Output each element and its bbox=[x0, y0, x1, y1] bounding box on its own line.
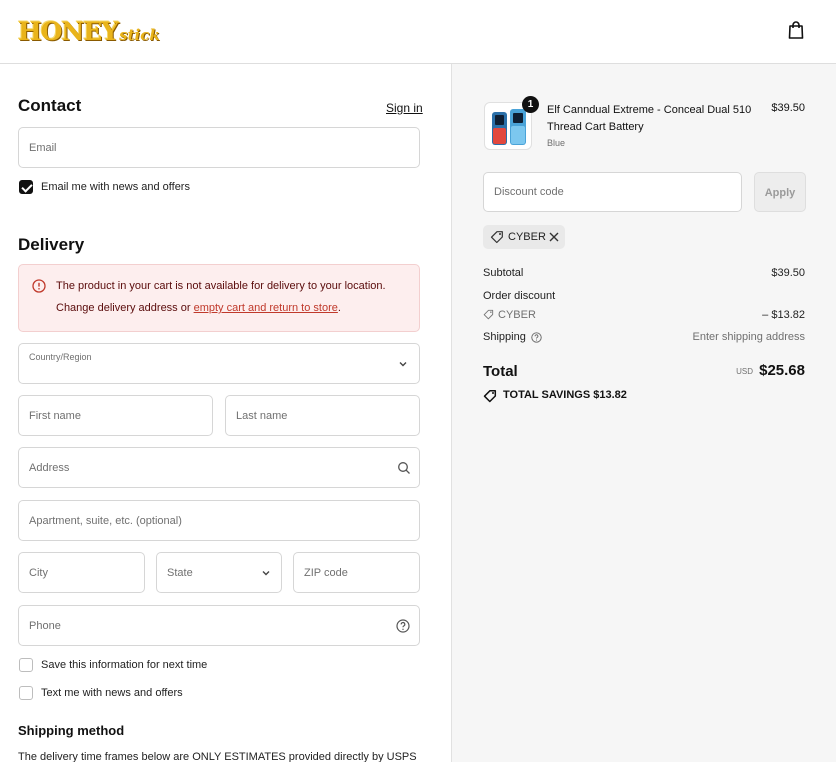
total-label: Total bbox=[483, 363, 518, 380]
city-placeholder: City bbox=[29, 566, 48, 579]
applied-code: CYBER bbox=[508, 231, 546, 243]
zip-placeholder: ZIP code bbox=[304, 566, 348, 579]
last-name-placeholder: Last name bbox=[236, 409, 288, 422]
shopping-bag-icon[interactable] bbox=[787, 20, 805, 40]
apply-button[interactable]: Apply bbox=[754, 172, 806, 212]
product-name: Elf Canndual Extreme - Conceal Dual 510 … bbox=[547, 104, 752, 133]
product-image bbox=[492, 109, 526, 145]
header: HONEY stick bbox=[0, 0, 836, 64]
shipping-note: The delivery time frames below are ONLY … bbox=[18, 751, 417, 762]
address-field[interactable]: Address bbox=[18, 447, 420, 488]
close-icon[interactable] bbox=[549, 232, 559, 242]
delivery-alert: The product in your cart is not availabl… bbox=[18, 264, 420, 332]
shipping-label: Shipping bbox=[483, 331, 526, 343]
discount-placeholder: Discount code bbox=[494, 186, 564, 198]
quantity-badge: 1 bbox=[522, 96, 539, 113]
city-field[interactable]: City bbox=[18, 552, 145, 593]
alert-message: Change delivery address or empty cart an… bbox=[56, 302, 341, 314]
chevron-down-icon bbox=[262, 571, 270, 576]
order-discount-label: Order discount bbox=[483, 290, 556, 302]
total-value: $25.68 bbox=[759, 362, 805, 379]
search-icon bbox=[398, 462, 410, 474]
empty-cart-link[interactable]: empty cart and return to store bbox=[194, 302, 338, 314]
order-summary: 1 Elf Canndual Extreme - Conceal Dual 51… bbox=[451, 64, 836, 762]
country-label: Country/Region bbox=[29, 352, 92, 362]
apartment-placeholder: Apartment, suite, etc. (optional) bbox=[29, 514, 182, 527]
discount-code-field[interactable]: Discount code bbox=[483, 172, 742, 212]
phone-field[interactable]: Phone bbox=[18, 605, 420, 646]
applied-discount-tag: CYBER bbox=[483, 225, 565, 249]
first-name-field[interactable]: First name bbox=[18, 395, 213, 436]
chevron-down-icon bbox=[399, 362, 407, 367]
total-savings: TOTAL SAVINGS $13.82 bbox=[503, 389, 627, 401]
email-field[interactable]: Email bbox=[18, 127, 420, 168]
alert-title: The product in your cart is not availabl… bbox=[56, 280, 386, 292]
tag-icon bbox=[490, 231, 503, 244]
address-placeholder: Address bbox=[29, 461, 70, 474]
shipping-method-heading: Shipping method bbox=[18, 723, 125, 738]
currency-code: USD bbox=[736, 367, 753, 376]
text-news-label: Text me with news and offers bbox=[41, 687, 183, 699]
checkout-form: Contact Sign in Email Email me with news… bbox=[0, 64, 451, 762]
contact-heading: Contact bbox=[18, 96, 82, 115]
help-circle-icon[interactable] bbox=[396, 619, 410, 633]
discount-value: – $13.82 bbox=[762, 309, 805, 321]
state-select[interactable]: State bbox=[156, 552, 282, 593]
text-news-checkbox[interactable] bbox=[19, 686, 33, 700]
zip-field[interactable]: ZIP code bbox=[293, 552, 420, 593]
first-name-placeholder: First name bbox=[29, 409, 81, 422]
discount-code-label: CYBER bbox=[498, 309, 536, 321]
email-news-label: Email me with news and offers bbox=[41, 181, 190, 193]
delivery-heading: Delivery bbox=[18, 235, 85, 254]
state-placeholder: State bbox=[167, 566, 193, 579]
save-info-label: Save this information for next time bbox=[41, 659, 208, 671]
save-info-checkbox[interactable] bbox=[19, 658, 33, 672]
product-price: $39.50 bbox=[771, 102, 805, 114]
last-name-field[interactable]: Last name bbox=[225, 395, 420, 436]
alert-circle-icon bbox=[32, 279, 46, 293]
email-placeholder: Email bbox=[29, 141, 57, 154]
tag-icon bbox=[483, 309, 494, 320]
subtotal-value: $39.50 bbox=[771, 267, 805, 279]
product-variant: Blue bbox=[547, 138, 566, 148]
logo-main-text: HONEY bbox=[18, 17, 119, 46]
sign-in-link[interactable]: Sign in bbox=[386, 101, 423, 115]
tag-icon bbox=[483, 389, 497, 403]
subtotal-label: Subtotal bbox=[483, 267, 524, 279]
help-circle-icon[interactable] bbox=[531, 332, 542, 343]
email-news-checkbox[interactable] bbox=[19, 180, 33, 194]
logo[interactable]: HONEY stick bbox=[18, 16, 160, 46]
phone-placeholder: Phone bbox=[29, 619, 61, 632]
country-select[interactable]: Country/Region bbox=[18, 343, 420, 384]
apartment-field[interactable]: Apartment, suite, etc. (optional) bbox=[18, 500, 420, 541]
shipping-value: Enter shipping address bbox=[692, 331, 805, 343]
logo-sub-text: stick bbox=[119, 26, 160, 44]
